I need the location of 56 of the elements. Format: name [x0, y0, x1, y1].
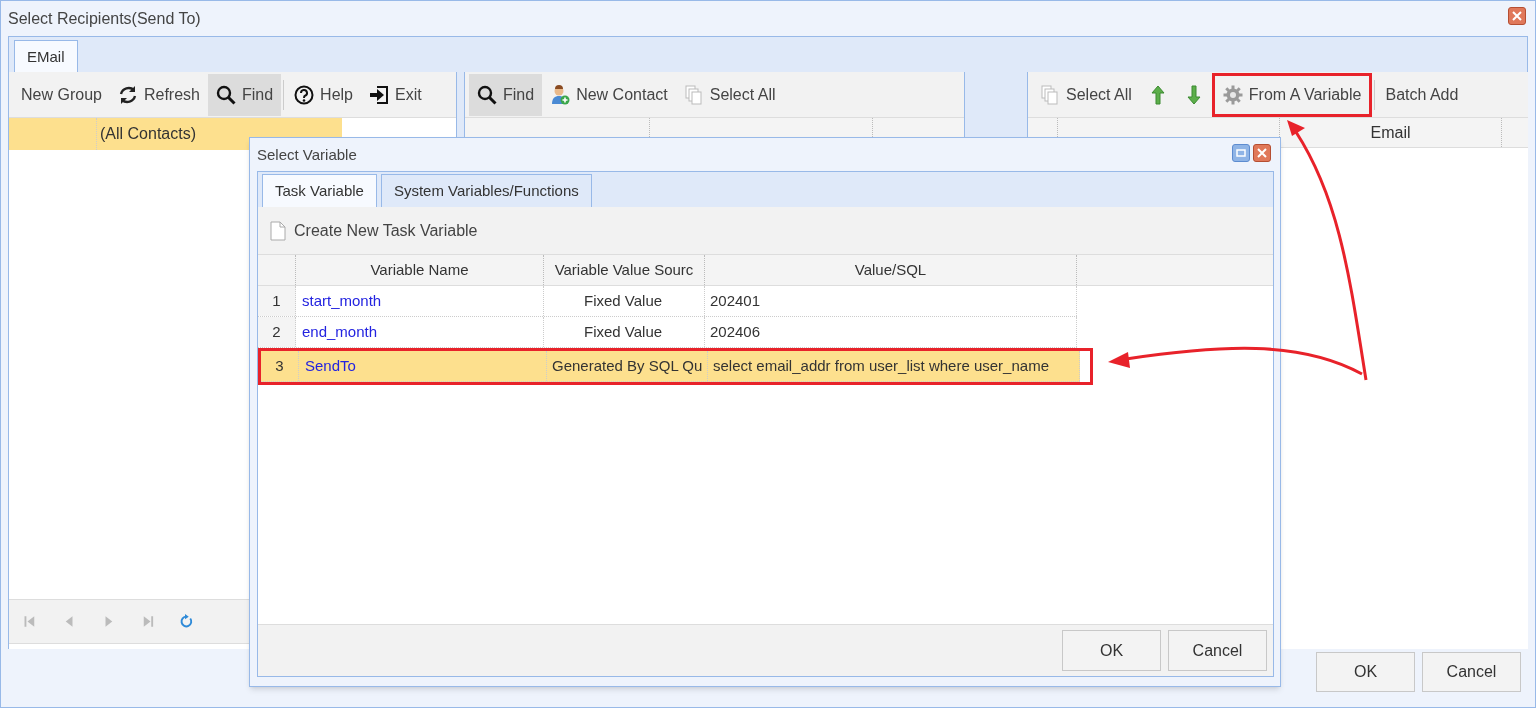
- variable-link[interactable]: SendTo: [299, 351, 547, 381]
- dialog-button[interactable]: OK: [1062, 630, 1161, 671]
- toolbar-button[interactable]: New Group: [13, 76, 110, 113]
- refresh-icon: [117, 84, 138, 105]
- table-row[interactable]: 2 end_month Fixed Value 202406: [258, 317, 1077, 348]
- close-button[interactable]: [1508, 7, 1526, 25]
- variable-link[interactable]: start_month: [296, 286, 544, 316]
- close-icon: [1257, 148, 1267, 158]
- window-title: Select Recipients(Send To): [8, 9, 201, 29]
- search-icon: [477, 84, 497, 105]
- restore-button[interactable]: [1232, 144, 1250, 162]
- table-cell: 202401: [705, 286, 1077, 316]
- toolbar-button[interactable]: Exit: [361, 76, 430, 113]
- toolbar-button[interactable]: New Contact: [542, 76, 676, 113]
- column-header: Value/SQL: [705, 255, 1077, 285]
- tab[interactable]: Task Variable: [262, 174, 377, 207]
- table-row[interactable]: 1 start_month Fixed Value 202401: [258, 286, 1077, 317]
- gear-icon: [1222, 84, 1243, 105]
- dialog-button[interactable]: OK: [1316, 652, 1415, 692]
- toolbar-button[interactable]: Find: [469, 73, 543, 116]
- search-icon: [215, 84, 236, 105]
- tree-label: (All Contacts): [100, 124, 197, 144]
- copy-icon: [683, 84, 704, 105]
- close-button[interactable]: [1253, 144, 1271, 162]
- table-cell: Fixed Value: [544, 286, 705, 316]
- table-cell: Fixed Value: [544, 317, 705, 347]
- document-icon: [268, 218, 288, 243]
- column-header: Variable Name: [296, 255, 544, 285]
- help-icon: [294, 84, 315, 105]
- copy-icon: [1040, 84, 1060, 105]
- tab[interactable]: EMail: [14, 40, 78, 73]
- toolbar-button[interactable]: Create New Task Variable: [262, 210, 484, 251]
- toolbar-button[interactable]: Batch Add: [1377, 76, 1467, 113]
- exit-icon: [369, 84, 389, 105]
- column-header: Variable Value Sourc: [544, 255, 705, 285]
- variable-link[interactable]: end_month: [296, 317, 544, 347]
- table-row[interactable]: 3 SendTo Generated By SQL Qu select email_addr from user_list where user_name: [261, 351, 1080, 382]
- table-cell: select email_addr from user_list where user_name: [708, 351, 1080, 381]
- person-add-icon: [550, 84, 571, 105]
- row-number: 1: [258, 286, 296, 316]
- toolbar-button[interactable]: From A Variable: [1214, 76, 1370, 113]
- toolbar-button[interactable]: Select All: [675, 76, 784, 113]
- toolbar-button[interactable]: Select All: [1032, 76, 1140, 113]
- toolbar-button[interactable]: Help: [286, 76, 361, 113]
- tab[interactable]: System Variables/Functions: [380, 174, 592, 207]
- dialog-button[interactable]: Cancel: [1168, 630, 1267, 671]
- row-number: 3: [261, 351, 299, 381]
- refresh-icon[interactable]: [179, 614, 194, 629]
- restore-icon: [1236, 148, 1246, 158]
- close-icon: [1512, 11, 1522, 21]
- toolbar-button[interactable]: Refresh: [109, 76, 208, 113]
- table-cell: 202406: [705, 317, 1077, 347]
- toolbar-button[interactable]: Find: [207, 73, 282, 116]
- dialog-button[interactable]: Cancel: [1422, 652, 1521, 692]
- table-cell: Generated By SQL Qu: [547, 351, 708, 381]
- row-number: 2: [258, 317, 296, 347]
